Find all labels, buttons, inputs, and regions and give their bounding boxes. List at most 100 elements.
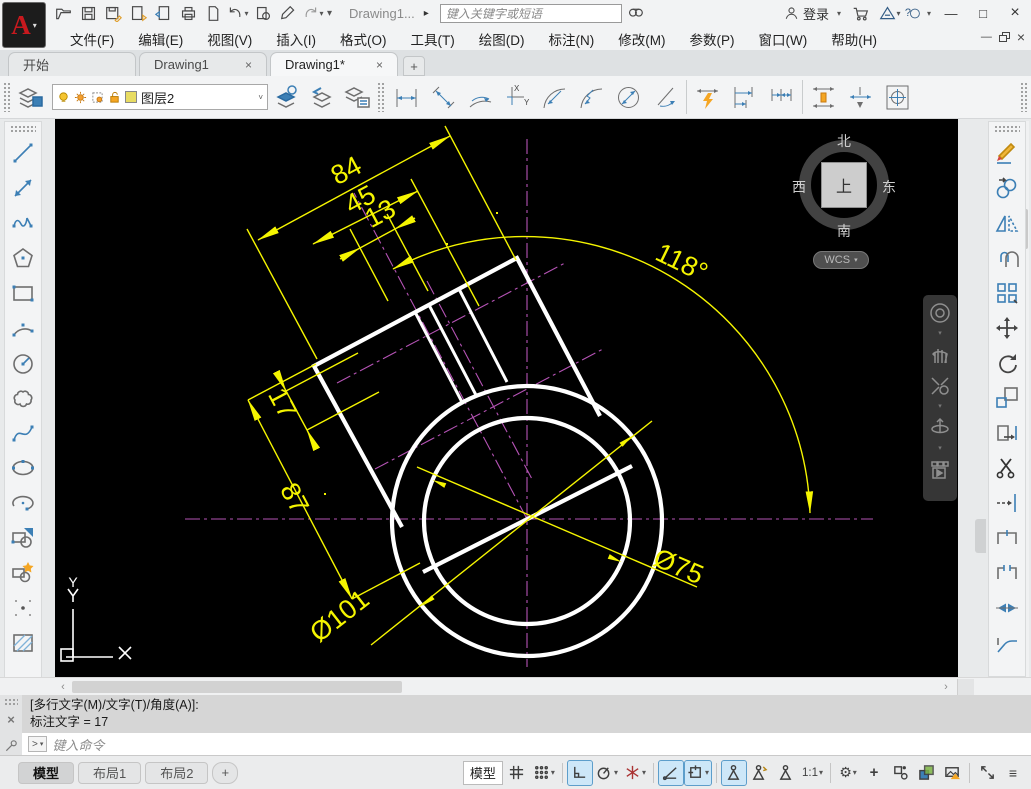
mirror-tool-icon[interactable] xyxy=(991,205,1023,240)
fillet-tool-icon[interactable] xyxy=(991,625,1023,660)
menu-modify[interactable]: 修改(M) xyxy=(606,27,677,51)
center-mark-icon[interactable] xyxy=(879,78,916,116)
isometric-drafting-toggle[interactable]: ▾ xyxy=(622,761,648,785)
layer-combo-chevron-icon[interactable]: ˅ xyxy=(258,93,263,102)
construction-line-tool-icon[interactable] xyxy=(7,170,39,205)
app-store-cart-icon[interactable] xyxy=(849,2,871,24)
jogged-dimension-icon[interactable] xyxy=(573,78,610,116)
doc-restore-button[interactable] xyxy=(999,32,1010,42)
layer-previous-icon[interactable] xyxy=(306,80,340,114)
graphics-performance-button[interactable] xyxy=(914,761,938,785)
search-input[interactable]: 键入关键字或短语 xyxy=(440,4,622,23)
close-tab-icon[interactable]: × xyxy=(376,58,383,72)
scale-tool-icon[interactable] xyxy=(991,380,1023,415)
viewcube[interactable]: 北 南 西 东 上 xyxy=(792,133,896,237)
doc-minimize-button[interactable]: — xyxy=(981,31,992,43)
save-as-button[interactable] xyxy=(102,2,124,24)
dimension-break-icon[interactable] xyxy=(842,78,879,116)
insert-block-tool-icon[interactable] xyxy=(7,520,39,555)
close-tab-icon[interactable]: × xyxy=(245,58,252,72)
toolbar-grip[interactable] xyxy=(1020,82,1028,112)
wcs-selector[interactable]: WCS▾ xyxy=(813,251,869,269)
command-grip[interactable] xyxy=(4,698,18,706)
revision-cloud-tool-icon[interactable] xyxy=(7,380,39,415)
offset-tool-icon[interactable] xyxy=(991,240,1023,275)
menu-view[interactable]: 视图(V) xyxy=(195,27,264,51)
layout-tab-layout2[interactable]: 布局2 xyxy=(145,762,208,784)
copy-tool-icon[interactable] xyxy=(991,170,1023,205)
menu-draw[interactable]: 绘图(D) xyxy=(467,27,537,51)
workspace-switch-button[interactable]: ⚙▾ xyxy=(836,761,860,785)
nav-chevron-icon[interactable]: ▾ xyxy=(938,332,942,336)
undo-chevron-icon[interactable]: ▾ xyxy=(244,9,248,18)
plot-button[interactable] xyxy=(177,2,199,24)
tab-start[interactable]: 开始 xyxy=(8,52,136,76)
spline-tool-icon[interactable] xyxy=(7,415,39,450)
trim-tool-icon[interactable] xyxy=(991,450,1023,485)
menu-file[interactable]: 文件(F) xyxy=(58,27,126,51)
crosshair-plus-button[interactable]: + xyxy=(862,761,886,785)
snap-toggle[interactable]: ▾ xyxy=(531,761,557,785)
object-snap-toggle[interactable]: ▾ xyxy=(685,761,711,785)
extend-tool-icon[interactable] xyxy=(991,485,1023,520)
toolbar-grip[interactable] xyxy=(377,82,385,112)
ellipse-tool-icon[interactable] xyxy=(7,450,39,485)
layout-tab-model[interactable]: 模型 xyxy=(18,762,74,784)
hatch-tool-icon[interactable] xyxy=(7,625,39,660)
line-tool-icon[interactable] xyxy=(7,135,39,170)
join-tool-icon[interactable] xyxy=(991,590,1023,625)
tab-drawing1-modified[interactable]: Drawing1*× xyxy=(270,52,398,76)
ortho-toggle[interactable] xyxy=(568,761,592,785)
polyline-tool-icon[interactable] xyxy=(7,205,39,240)
aligned-dimension-icon[interactable] xyxy=(425,78,462,116)
arc-length-dimension-icon[interactable] xyxy=(462,78,499,116)
command-history[interactable]: [多行文字(M)/文字(T)/角度(A)]: 标注文字 = 17 xyxy=(22,695,1031,733)
make-object-layer-current-icon[interactable] xyxy=(272,80,306,114)
annotation-visibility-toggle[interactable] xyxy=(722,761,746,785)
polar-tracking-toggle[interactable]: ▾ xyxy=(594,761,620,785)
zoom-extents-icon[interactable] xyxy=(928,374,952,398)
navigation-wheel-icon[interactable] xyxy=(928,301,952,325)
viewcube-north[interactable]: 北 xyxy=(837,131,851,151)
erase-tool-icon[interactable] xyxy=(991,135,1023,170)
break-tool-icon[interactable] xyxy=(991,555,1023,590)
qat-customize-chevron-icon[interactable]: ▾ xyxy=(327,8,332,19)
stretch-tool-icon[interactable] xyxy=(991,415,1023,450)
polygon-tool-icon[interactable] xyxy=(7,240,39,275)
panel-collapse-handle[interactable] xyxy=(975,519,986,553)
horizontal-scrollbar[interactable]: ‹ › xyxy=(0,677,1031,695)
nav-chevron-icon[interactable]: ▾ xyxy=(938,405,942,409)
nav-chevron-icon[interactable]: ▾ xyxy=(938,447,942,451)
minimize-window-button[interactable]: — xyxy=(939,3,963,23)
new-tab-button[interactable]: + xyxy=(403,56,425,76)
model-space-button[interactable]: 模型 xyxy=(463,761,503,785)
ordinate-dimension-icon[interactable]: XY xyxy=(499,78,536,116)
batch-plot-button[interactable] xyxy=(252,2,274,24)
circle-tool-icon[interactable] xyxy=(7,345,39,380)
menu-parametric[interactable]: 参数(P) xyxy=(678,27,747,51)
customization-menu-button[interactable]: ≡ xyxy=(1001,761,1025,785)
command-input[interactable]: >▾ 键入命令 xyxy=(22,733,1031,755)
menu-insert[interactable]: 插入(I) xyxy=(264,27,328,51)
command-prompt-icon[interactable]: >▾ xyxy=(28,736,47,752)
viewcube-east[interactable]: 东 xyxy=(882,177,896,197)
doc-close-button[interactable]: × xyxy=(1017,29,1025,45)
signin-chevron-icon[interactable]: ▾ xyxy=(837,9,841,18)
menu-dimension[interactable]: 标注(N) xyxy=(537,27,607,51)
annotation-scale-button[interactable]: 1:1▾ xyxy=(800,761,825,785)
search-icon[interactable] xyxy=(625,2,647,24)
viewcube-south[interactable]: 南 xyxy=(837,221,851,241)
save-to-web-button[interactable] xyxy=(152,2,174,24)
toolbar-grip[interactable] xyxy=(10,125,36,133)
layout-tab-layout1[interactable]: 布局1 xyxy=(78,762,141,784)
layer-properties-manager-icon[interactable] xyxy=(14,80,48,114)
dimension-space-icon[interactable] xyxy=(805,78,842,116)
autodesk-360-icon[interactable]: ▾ xyxy=(879,2,901,24)
scroll-left-icon[interactable]: ‹ xyxy=(55,679,71,695)
scroll-right-icon[interactable]: › xyxy=(938,679,954,695)
new-layout-button[interactable]: + xyxy=(212,762,238,784)
hardware-acceleration-button[interactable] xyxy=(940,761,964,785)
open-from-web-button[interactable] xyxy=(127,2,149,24)
annotation-scale-sync-toggle[interactable] xyxy=(774,761,798,785)
linear-dimension-icon[interactable] xyxy=(388,78,425,116)
